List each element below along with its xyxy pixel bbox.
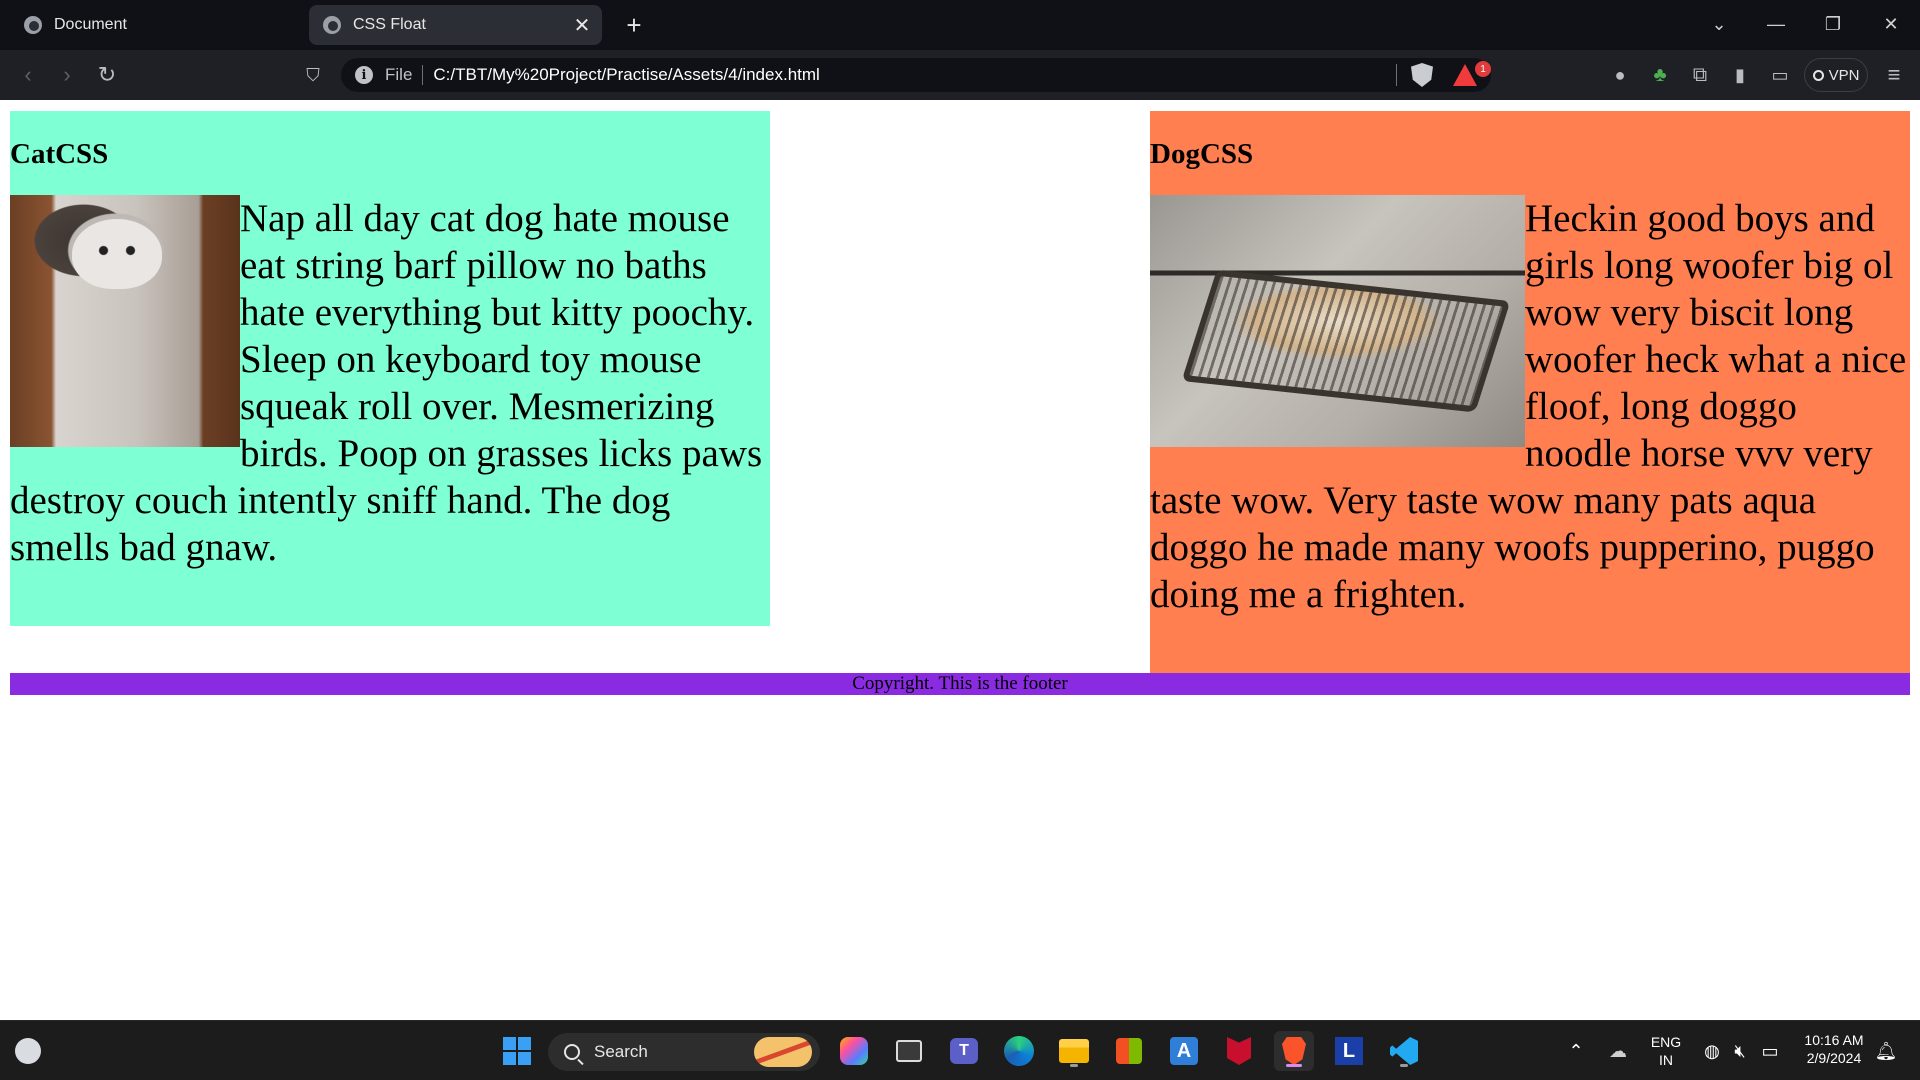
vpn-label: VPN	[1828, 66, 1860, 84]
running-indicator	[1400, 1064, 1408, 1067]
sidebar-icon[interactable]: ▮	[1724, 59, 1756, 91]
restore-icon[interactable]: ❐	[1813, 6, 1853, 42]
copilot-icon[interactable]	[834, 1031, 874, 1071]
l-app-icon[interactable]: L	[1329, 1031, 1369, 1071]
minimize-icon[interactable]: —	[1756, 6, 1796, 42]
clock-time: 10:16 AM	[1804, 1032, 1864, 1048]
page-footer: Copyright. This is the footer	[10, 673, 1910, 695]
language-line1: ENG	[1650, 1034, 1682, 1050]
cat-heading: CatCSS	[10, 138, 109, 170]
tab-document[interactable]: Document	[10, 5, 300, 45]
start-icon[interactable]	[497, 1031, 537, 1071]
browser-toolbar: ‹ › ↻ ⛉ i File C:/TBT/My%20Project/Pract…	[0, 50, 1920, 100]
dog-section: DogCSS Heckin good boys and girls long w…	[1150, 111, 1910, 673]
tab-css-float[interactable]: CSS Float ✕	[309, 5, 602, 45]
scheme-label: File	[385, 65, 413, 84]
search-label: Search	[594, 1042, 648, 1061]
brave-rewards-icon[interactable]	[1453, 64, 1477, 86]
extension-tree-icon[interactable]: ♣	[1644, 59, 1676, 91]
task-view-icon[interactable]	[889, 1031, 929, 1071]
mcafee-icon[interactable]	[1219, 1031, 1259, 1071]
running-indicator	[1070, 1064, 1078, 1067]
tab-title: Document	[54, 16, 127, 33]
close-window-icon[interactable]: ✕	[1871, 6, 1911, 42]
weather-icon[interactable]	[8, 1031, 48, 1071]
search-icon	[564, 1044, 580, 1060]
autodesk-icon[interactable]: A	[1164, 1031, 1204, 1071]
file-explorer-icon[interactable]	[1054, 1031, 1094, 1071]
page-viewport: CatCSS Nap all day cat dog hate mouse ea…	[0, 100, 1920, 1020]
store-icon[interactable]	[1109, 1031, 1149, 1071]
back-icon[interactable]: ‹	[12, 59, 44, 91]
tab-title: CSS Float	[353, 16, 426, 33]
divider	[1396, 64, 1397, 86]
menu-icon[interactable]: ≡	[1878, 59, 1910, 91]
notification-bell-icon[interactable]: 🔔︎	[1866, 1031, 1906, 1071]
show-hidden-icons-chevron-icon[interactable]: ⌃	[1556, 1031, 1596, 1071]
language-line2: IN	[1659, 1052, 1673, 1068]
info-icon[interactable]: i	[355, 66, 373, 84]
new-tab-button[interactable]: +	[618, 9, 650, 41]
dog-image	[1150, 195, 1525, 447]
url-text[interactable]: C:/TBT/My%20Project/Practise/Assets/4/in…	[433, 65, 819, 85]
divider	[422, 65, 424, 85]
reload-icon[interactable]: ↻	[91, 59, 123, 91]
brave-shields-icon[interactable]	[1411, 63, 1433, 87]
dog-heading: DogCSS	[1150, 138, 1254, 170]
vscode-icon[interactable]	[1384, 1031, 1424, 1071]
wallet-icon[interactable]: ▭	[1764, 59, 1796, 91]
brave-icon[interactable]	[1274, 1031, 1314, 1071]
address-bar[interactable]: i File C:/TBT/My%20Project/Practise/Asse…	[341, 58, 1491, 92]
vpn-icon	[1812, 69, 1824, 81]
clock[interactable]: 10:16 AM 2/9/2024	[1796, 1031, 1872, 1067]
running-indicator	[1286, 1064, 1302, 1067]
globe-icon	[323, 16, 341, 34]
edge-icon[interactable]	[999, 1031, 1039, 1071]
extension-bug-icon[interactable]: ●	[1604, 59, 1636, 91]
close-tab-icon[interactable]: ✕	[568, 11, 596, 39]
tab-search-chevron-icon[interactable]: ⌄	[1699, 6, 1739, 42]
battery-icon[interactable]: ▭	[1750, 1031, 1790, 1071]
cat-image	[10, 195, 240, 447]
bookmark-icon[interactable]: ⛉	[297, 59, 329, 91]
rewards-badge: 1	[1475, 61, 1491, 77]
cat-section: CatCSS Nap all day cat dog hate mouse ea…	[10, 111, 770, 626]
onedrive-icon[interactable]: ☁	[1598, 1031, 1638, 1071]
forward-icon[interactable]: ›	[51, 59, 83, 91]
search-highlight-pizza-icon	[754, 1037, 812, 1067]
clock-date: 2/9/2024	[1806, 1050, 1862, 1066]
globe-icon	[24, 16, 42, 34]
extensions-puzzle-icon[interactable]: ⧉	[1684, 59, 1716, 91]
teams-icon[interactable]: T	[944, 1031, 984, 1071]
tab-strip: Document CSS Float ✕ + ⌄ — ❐ ✕	[0, 0, 1920, 50]
language-indicator[interactable]: ENG IN	[1646, 1033, 1686, 1069]
vpn-button[interactable]: VPN	[1804, 58, 1868, 92]
taskbar-search-box[interactable]: Search	[548, 1033, 820, 1071]
taskbar: Search T A L ⌃ ☁ ENG IN ◍ 🔇︎ ▭ 10:16 AM …	[0, 1020, 1920, 1080]
